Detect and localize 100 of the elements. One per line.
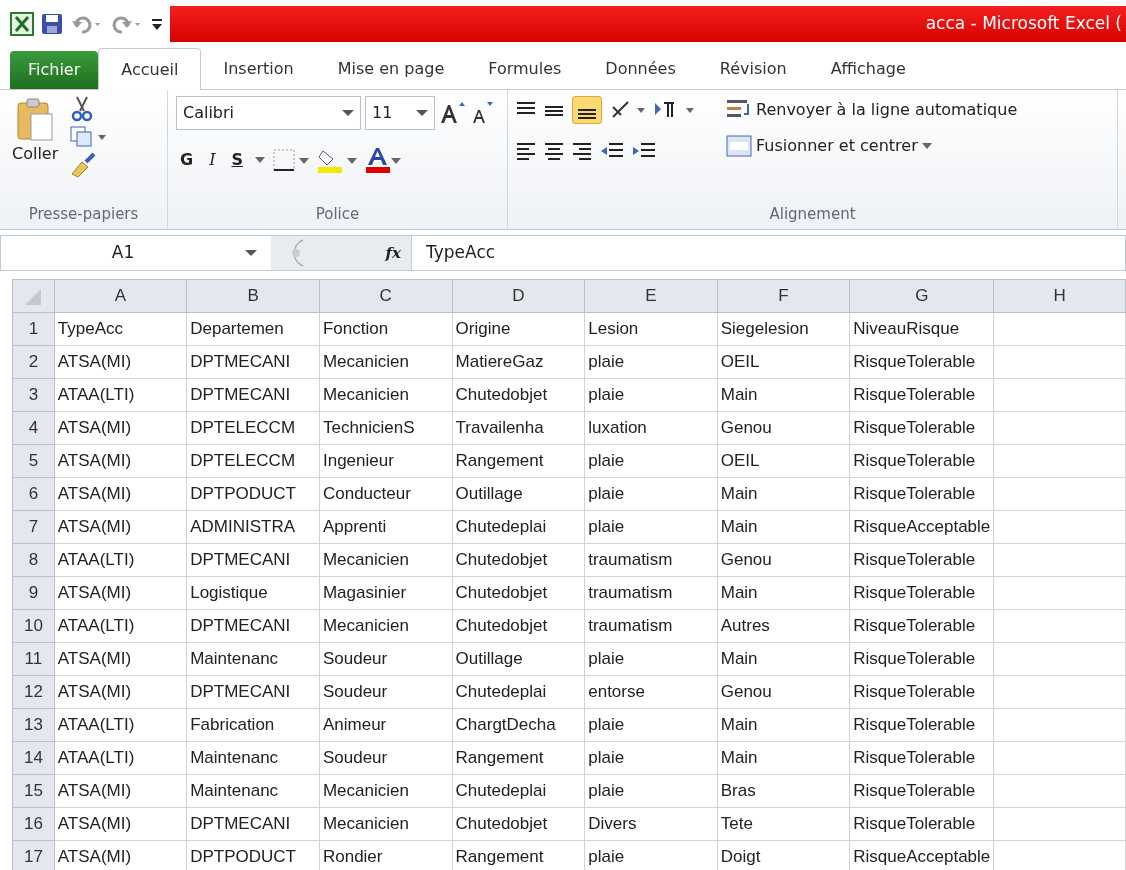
- table-cell: Main: [717, 708, 850, 742]
- table-cell: plaie: [584, 444, 718, 478]
- column-header[interactable]: A: [54, 279, 187, 313]
- row-header[interactable]: 1: [12, 312, 55, 346]
- table-cell: Mecanicien: [319, 345, 453, 379]
- column-header[interactable]: D: [452, 279, 585, 313]
- table-cell: Chutedobjet: [452, 576, 585, 610]
- ribbon-tab[interactable]: Affichage: [808, 49, 928, 89]
- row-header[interactable]: 17: [12, 840, 55, 870]
- table-cell: Chutedeplai: [452, 774, 585, 808]
- file-tab[interactable]: Fichier: [10, 51, 99, 89]
- font-name-field[interactable]: Calibri: [176, 96, 361, 130]
- table-cell: RisqueTolerable: [849, 708, 994, 742]
- table-cell: Chutedeplai: [452, 675, 585, 709]
- paste-button[interactable]: Coller: [8, 96, 63, 203]
- table-cell: Outillage: [452, 642, 585, 676]
- table-cell: plaie: [584, 477, 718, 511]
- table-cell: Ingenieur: [319, 444, 453, 478]
- table-cell: Maintenanc: [186, 642, 320, 676]
- ribbon-tab[interactable]: Accueil: [98, 48, 202, 90]
- table-cell: Lesion: [584, 312, 718, 346]
- row-header[interactable]: 3: [12, 378, 55, 412]
- spreadsheet-app-icon[interactable]: [10, 11, 34, 36]
- ribbon-tab[interactable]: Insertion: [201, 49, 316, 89]
- table-cell: Chutedeplai: [452, 510, 585, 544]
- ribbon-tab[interactable]: Mise en page: [315, 49, 467, 89]
- row-header[interactable]: 8: [12, 543, 55, 577]
- grow-font-icon[interactable]: [439, 101, 465, 125]
- table-cell: RisqueTolerable: [849, 675, 994, 709]
- table-cell: ATSA(MI): [54, 807, 187, 841]
- row-header[interactable]: 15: [12, 774, 55, 808]
- align-center-icon[interactable]: [544, 140, 564, 162]
- brush-icon[interactable]: [70, 152, 97, 178]
- italic-button[interactable]: I: [205, 146, 220, 174]
- row-header[interactable]: 11: [12, 642, 55, 676]
- column-header[interactable]: B: [186, 279, 320, 313]
- row-header[interactable]: 5: [12, 444, 55, 478]
- table-cell: plaie: [584, 510, 718, 544]
- ribbon-tab[interactable]: Données: [583, 49, 698, 89]
- row-header[interactable]: 10: [12, 609, 55, 643]
- table-cell: Soudeur: [319, 642, 453, 676]
- ribbon-tab[interactable]: Formules: [466, 49, 584, 89]
- table-cell: Tete: [717, 807, 850, 841]
- table-cell: RisqueAcceptable: [849, 510, 994, 544]
- dropdown-icon[interactable]: [255, 157, 265, 163]
- copy-icon[interactable]: [70, 126, 109, 148]
- row-header[interactable]: 2: [12, 345, 55, 379]
- bottom-align-button[interactable]: [572, 96, 602, 124]
- table-cell: TechnicienS: [319, 411, 453, 445]
- table-cell: RisqueTolerable: [849, 477, 994, 511]
- table-cell: plaie: [584, 378, 718, 412]
- font-size-field[interactable]: 11: [365, 96, 435, 130]
- table-cell: ATSA(MI): [54, 675, 187, 709]
- column-header[interactable]: C: [319, 279, 453, 313]
- table-cell: Mecanicien: [319, 378, 453, 412]
- table-cell: ATSA(MI): [54, 477, 187, 511]
- column-header[interactable]: F: [717, 279, 850, 313]
- row-header[interactable]: 7: [12, 510, 55, 544]
- align-right-icon[interactable]: [572, 140, 592, 162]
- table-cell: Soudeur: [319, 675, 453, 709]
- insert-function-button[interactable]: fx: [385, 241, 401, 265]
- row-header[interactable]: 16: [12, 807, 55, 841]
- merge-center-button[interactable]: Fusionner et centrer: [722, 132, 1022, 160]
- save-icon[interactable]: [40, 11, 64, 36]
- borders-icon[interactable]: [273, 149, 309, 171]
- table-cell: MatiereGaz: [452, 345, 585, 379]
- wrap-text-button[interactable]: Renvoyer à la ligne automatique: [722, 96, 1022, 124]
- table-cell: Soudeur: [319, 741, 453, 775]
- column-header[interactable]: H: [993, 279, 1126, 313]
- cut-icon[interactable]: [70, 96, 95, 122]
- table-cell: Fonction: [319, 312, 453, 346]
- formula-field[interactable]: TypeAcc: [411, 236, 1125, 270]
- font-color-icon[interactable]: [365, 147, 401, 173]
- table-cell: DPTELECCM: [186, 411, 320, 445]
- row-header[interactable]: 4: [12, 411, 55, 445]
- table-cell: Maintenanc: [186, 774, 320, 808]
- table-cell: ATSA(MI): [54, 642, 187, 676]
- name-box[interactable]: A1: [1, 236, 271, 270]
- column-header[interactable]: G: [849, 279, 994, 313]
- row-header[interactable]: 12: [12, 675, 55, 709]
- row-header[interactable]: 14: [12, 741, 55, 775]
- underline-button[interactable]: S: [227, 146, 247, 174]
- window-title: acca - Microsoft Excel (: [925, 11, 1122, 35]
- row-header[interactable]: 9: [12, 576, 55, 610]
- ribbon-tab[interactable]: Révision: [697, 49, 809, 89]
- row-header[interactable]: 13: [12, 708, 55, 742]
- table-cell: Main: [717, 510, 850, 544]
- table-cell: ATSA(MI): [54, 345, 187, 379]
- table-cell: DPTMECANI: [186, 807, 320, 841]
- clipboard-icon: [16, 98, 55, 142]
- group-label: Police: [315, 204, 360, 223]
- table-cell: Conducteur: [319, 477, 453, 511]
- table-cell: plaie: [584, 774, 718, 808]
- bold-button[interactable]: G: [176, 146, 198, 174]
- row-header[interactable]: 6: [12, 477, 55, 511]
- table-cell: plaie: [584, 741, 718, 775]
- column-header[interactable]: E: [584, 279, 718, 313]
- table-cell: Bras: [717, 774, 850, 808]
- align-left-icon[interactable]: [516, 140, 536, 162]
- table-cell: Genou: [717, 675, 850, 709]
